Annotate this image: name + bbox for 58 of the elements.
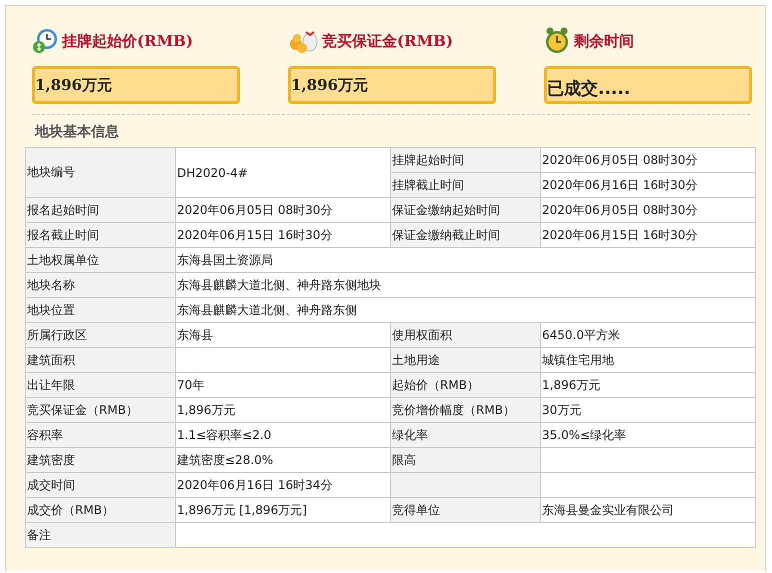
label-cell: 备注 — [26, 522, 176, 548]
label-cell: 使用权面积 — [390, 322, 540, 348]
value-cell: 2020年06月05日 08时30分 — [540, 198, 756, 222]
value-cell: 70年 — [176, 372, 390, 398]
value-cell: 1,896万元 [1,896万元] — [176, 498, 390, 522]
clock-icon — [32, 28, 58, 54]
value-cell: 2020年06月05日 08时30分 — [540, 148, 756, 172]
value-cell: 东海县曼金实业有限公司 — [540, 498, 756, 522]
label-cell: 报名截止时间 — [26, 222, 176, 248]
value-cell: 东海县麒麟大道北侧、神舟路东侧 — [176, 298, 756, 322]
label-cell: 成交时间 — [26, 472, 176, 498]
label-cell: 竞价增价幅度（RMB） — [390, 398, 540, 422]
label-cell: 地块位置 — [26, 298, 176, 322]
value-cell: 35.0%≤绿化率 — [540, 422, 756, 448]
label-cell: 保证金缴纳截止时间 — [390, 222, 540, 248]
value-cell: 1,896万元 — [176, 398, 390, 422]
value-cell: 东海县麒麟大道北侧、神舟路东侧地块 — [176, 272, 756, 298]
label-cell: 竞得单位 — [390, 498, 540, 522]
label-cell: 保证金缴纳起始时间 — [390, 198, 540, 222]
value-cell: 2020年06月15日 16时30分 — [176, 222, 390, 248]
label-cell: 容积率 — [26, 422, 176, 448]
label-cell: 地块名称 — [26, 272, 176, 298]
label-cell: 限高 — [390, 448, 540, 472]
label-cell: 挂牌截止时间 — [390, 172, 540, 198]
value-cell: 6450.0平方米 — [540, 322, 756, 348]
label-cell: 挂牌起始时间 — [390, 148, 540, 172]
value-cell: 1,896万元 — [540, 372, 756, 398]
value-cell: 东海县 — [176, 322, 390, 348]
label-cell: 建筑面积 — [26, 348, 176, 372]
label-cell: 竞买保证金（RMB） — [26, 398, 176, 422]
summary-title: 竞买保证金(RMB) — [322, 32, 453, 50]
section-title: 地块基本信息 — [34, 123, 120, 142]
value-cell: 2020年06月16日 16时30分 — [540, 172, 756, 198]
label-cell: 土地用途 — [390, 348, 540, 372]
summary-title: 挂牌起始价(RMB) — [62, 32, 193, 50]
label-cell: 建筑密度 — [26, 448, 176, 472]
label-cell: 起始价（RMB） — [390, 372, 540, 398]
label-cell: 绿化率 — [390, 422, 540, 448]
summary-value-box: 1,896万元 — [288, 66, 496, 104]
value-cell: 2020年06月16日 16时34分 — [176, 472, 390, 498]
value-cell: DH2020-4# — [176, 148, 390, 198]
label-cell: 成交价（RMB） — [26, 498, 176, 522]
value-cell: 东海县国土资源局 — [176, 248, 756, 272]
value-cell: 1.1≤容积率≤2.0 — [176, 422, 390, 448]
label-cell: 所属行政区 — [26, 322, 176, 348]
summary-value-box: 1,896万元 — [32, 66, 240, 104]
value-cell: 城镇住宅用地 — [540, 348, 756, 372]
value-cell: 2020年06月05日 08时30分 — [176, 198, 390, 222]
value-cell: 30万元 — [540, 398, 756, 422]
label-cell: 出让年限 — [26, 372, 176, 398]
label-cell: 土地权属单位 — [26, 248, 176, 272]
label-cell: 报名起始时间 — [26, 198, 176, 222]
summary-value-box: 已成交..... — [544, 66, 752, 104]
value-cell: 2020年06月15日 16时30分 — [540, 222, 756, 248]
label-cell: 地块编号 — [26, 148, 176, 198]
summary-title: 剩余时间 — [574, 32, 634, 50]
alarm-clock-icon — [544, 27, 570, 55]
value-cell: 建筑密度≤28.0% — [176, 448, 390, 472]
